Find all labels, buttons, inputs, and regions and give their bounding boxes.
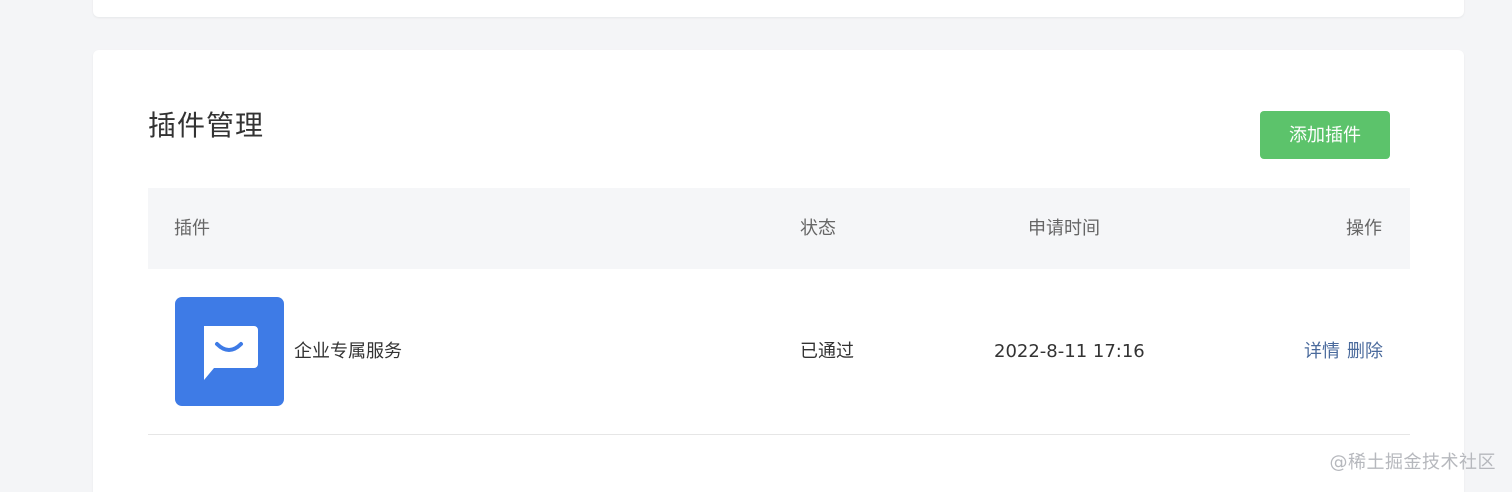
table-row: 企业专属服务 已通过 2022-8-11 17:16 详情 删除 bbox=[148, 269, 1410, 435]
plugin-apply-time: 2022-8-11 17:16 bbox=[994, 341, 1145, 362]
plugin-table: 插件 状态 申请时间 操作 企业专属服务 已通过 2022-8-11 17:16… bbox=[148, 188, 1410, 435]
section-title: 插件管理 bbox=[148, 109, 265, 142]
previous-card bbox=[93, 0, 1464, 17]
column-header-actions: 操作 bbox=[1346, 218, 1382, 239]
column-header-status: 状态 bbox=[800, 218, 836, 239]
detail-link[interactable]: 详情 bbox=[1304, 341, 1340, 362]
delete-link[interactable]: 删除 bbox=[1347, 341, 1383, 362]
page: 插件管理 添加插件 插件 状态 申请时间 操作 企业专属服务 已通过 2022-… bbox=[0, 0, 1512, 492]
column-header-plugin: 插件 bbox=[174, 218, 210, 239]
chat-bubble-smile-icon bbox=[175, 297, 284, 406]
plugin-name: 企业专属服务 bbox=[294, 341, 402, 362]
watermark: @稀土掘金技术社区 bbox=[1329, 452, 1496, 473]
plugin-status: 已通过 bbox=[800, 341, 854, 362]
column-header-apply-time: 申请时间 bbox=[1028, 218, 1100, 239]
table-header: 插件 状态 申请时间 操作 bbox=[148, 188, 1410, 269]
plugin-management-card: 插件管理 添加插件 插件 状态 申请时间 操作 企业专属服务 已通过 2022-… bbox=[93, 50, 1464, 492]
add-plugin-button[interactable]: 添加插件 bbox=[1260, 111, 1390, 159]
row-actions: 详情 删除 bbox=[1304, 269, 1383, 434]
